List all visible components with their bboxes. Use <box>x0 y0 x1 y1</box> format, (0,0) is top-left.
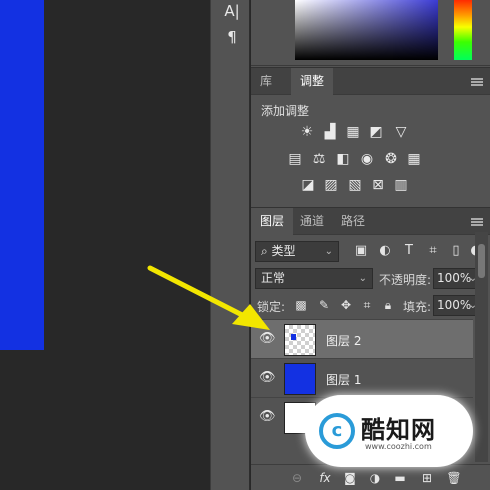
layers-tab-bar: 图层 通道 路径 <box>251 207 490 235</box>
photo-filter-icon[interactable]: ◉ <box>359 152 375 167</box>
opacity-label: 不透明度: <box>379 273 432 287</box>
brightness-icon[interactable]: ☀ <box>299 125 315 140</box>
layer-thumbnail <box>284 324 316 356</box>
channel-mixer-icon[interactable]: ❂ <box>383 152 399 167</box>
hue-saturation-icon[interactable]: ▤ <box>287 152 303 167</box>
gradient-map-icon[interactable]: ▥ <box>393 178 409 193</box>
color-balance-icon[interactable]: ⚖ <box>311 152 327 167</box>
tab-adjustments[interactable]: 调整 <box>291 68 334 95</box>
new-layer-icon[interactable]: ⊞ <box>419 471 435 486</box>
site-watermark: c 酷知网 www.coozhi.com <box>305 395 473 467</box>
shape-filter-icon[interactable]: ⌗ <box>425 243 441 259</box>
layer-name: 图层 2 <box>326 334 362 348</box>
pixel-filter-icon[interactable]: ▣ <box>353 243 369 259</box>
tab-layers[interactable]: 图层 <box>251 208 294 235</box>
color-lookup-icon[interactable]: ▦ <box>406 152 422 167</box>
trash-icon[interactable]: 🗑︎ <box>446 471 462 486</box>
layer-row-2[interactable]: 👁︎ 图层 2 <box>251 319 473 359</box>
blue-layer-content <box>0 0 44 350</box>
black-white-icon[interactable]: ◧ <box>335 152 351 167</box>
exposure-icon[interactable]: ◩ <box>368 125 384 140</box>
link-layers-icon[interactable]: ⊖ <box>289 471 305 486</box>
document-canvas[interactable] <box>0 0 210 490</box>
collapsed-tool-strip: A| ¶ <box>210 0 250 490</box>
curves-icon[interactable]: ▦ <box>345 125 361 140</box>
yellow-arrow-annotation <box>147 265 270 330</box>
adjustment-filter-icon[interactable]: ◐ <box>377 243 393 259</box>
add-mask-icon[interactable]: ◙ <box>342 471 358 486</box>
lock-image-pixels-icon[interactable]: ✎ <box>317 298 331 312</box>
watermark-url: www.coozhi.com <box>365 442 432 451</box>
tab-channels[interactable]: 通道 <box>291 208 333 235</box>
layers-panel-menu-icon[interactable] <box>471 218 483 226</box>
chevron-down-icon: ⌄ <box>358 273 367 284</box>
selective-color-icon[interactable]: ⊠ <box>370 178 386 193</box>
adjustments-tab-bar: 库 调整 <box>251 67 490 95</box>
character-panel-icon[interactable]: A| <box>223 2 241 20</box>
hue-slider[interactable] <box>454 0 472 60</box>
lock-artboard-icon[interactable]: ⌗ <box>360 298 374 312</box>
lock-position-icon[interactable]: ✥ <box>339 298 353 312</box>
new-group-icon[interactable]: ▬ <box>392 471 408 486</box>
watermark-name: 酷知网 <box>361 416 436 444</box>
chevron-down-icon: ⌄ <box>324 246 333 257</box>
layers-bottom-toolbar: ⊖ fx ◙ ◑ ▬ ⊞ 🗑︎ <box>251 464 490 490</box>
layer-row-1[interactable]: 👁︎ 图层 1 <box>251 358 473 398</box>
lock-all-icon[interactable]: 🔒︎ <box>381 298 395 312</box>
type-filter-icon[interactable]: T <box>401 243 417 259</box>
search-icon: ⌕ <box>261 244 272 258</box>
tab-paths[interactable]: 路径 <box>332 208 374 235</box>
vibrance-icon[interactable]: ▽ <box>393 125 409 140</box>
layer-filter-row: ⌕ 类型⌄ ▣ ◐ T ⌗ ▯ ● <box>255 241 485 263</box>
new-adjustment-layer-icon[interactable]: ◑ <box>367 471 383 486</box>
filter-kind-select[interactable]: ⌕ 类型 ⌄ <box>255 241 339 262</box>
layer-style-fx-icon[interactable]: fx <box>317 471 333 486</box>
eye-icon[interactable]: 👁︎ <box>259 410 276 424</box>
paragraph-panel-icon[interactable]: ¶ <box>223 28 241 46</box>
levels-icon[interactable]: ▟ <box>322 125 338 140</box>
lock-transparent-pixels-icon[interactable]: ▩ <box>294 298 308 312</box>
posterize-icon[interactable]: ▨ <box>323 178 339 193</box>
threshold-icon[interactable]: ▧ <box>347 178 363 193</box>
eye-icon[interactable]: 👁︎ <box>259 371 276 385</box>
color-field[interactable] <box>295 0 438 60</box>
scrollbar-thumb[interactable] <box>478 244 485 278</box>
tab-library[interactable]: 库 <box>251 68 281 95</box>
layer-name: 图层 1 <box>326 373 362 387</box>
fill-label: 填充: <box>403 300 432 314</box>
panel-menu-icon[interactable] <box>471 78 483 86</box>
smart-object-filter-icon[interactable]: ▯ <box>448 243 464 259</box>
color-picker-panel <box>251 0 490 66</box>
layer-thumbnail <box>284 363 316 395</box>
add-adjustment-title: 添加调整 <box>261 104 310 118</box>
watermark-logo-icon: c <box>319 413 355 449</box>
invert-icon[interactable]: ◪ <box>300 178 316 193</box>
